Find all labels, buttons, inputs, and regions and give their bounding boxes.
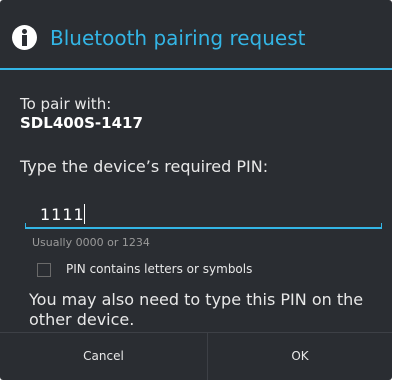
pin-input[interactable]: 1111 [25, 199, 382, 229]
pair-with-label: To pair with: [20, 95, 112, 113]
device-name: SDL400S-1417 [20, 114, 143, 132]
cancel-button[interactable]: Cancel [0, 333, 207, 380]
dialog-title: Bluetooth pairing request [50, 26, 306, 50]
text-cursor [84, 204, 85, 224]
pin-input-underline [25, 223, 382, 229]
pin-letters-checkbox[interactable] [37, 263, 51, 277]
pin-value: 1111 [40, 205, 85, 224]
pin-prompt: Type the device’s required PIN: [20, 157, 269, 176]
dialog-title-bar: Bluetooth pairing request [0, 0, 392, 68]
pairing-note: You may also need to type this PIN on th… [29, 290, 364, 329]
bluetooth-pairing-dialog: Bluetooth pairing request To pair with: … [0, 0, 392, 380]
pin-letters-checkbox-label[interactable]: PIN contains letters or symbols [66, 262, 252, 276]
ok-button[interactable]: OK [208, 333, 392, 380]
info-icon [12, 25, 37, 50]
pin-hint: Usually 0000 or 1234 [32, 236, 150, 249]
title-divider [0, 68, 392, 70]
